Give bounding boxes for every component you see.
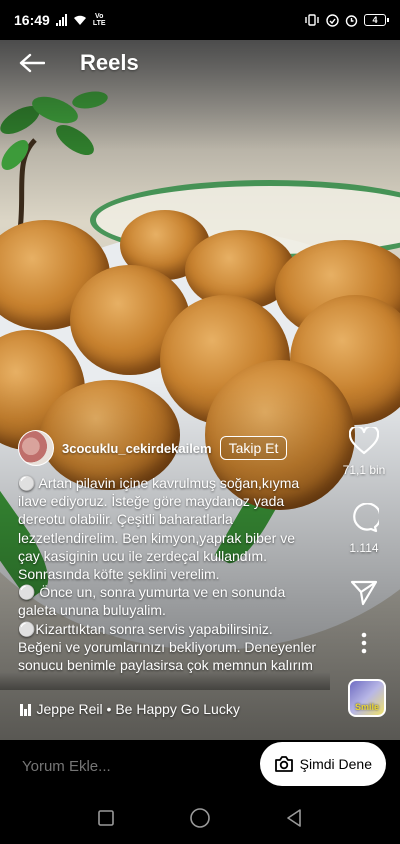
home-icon[interactable]	[189, 807, 211, 829]
back-arrow-icon	[19, 53, 45, 73]
follow-button[interactable]: Takip Et	[219, 436, 288, 460]
caption-fade	[0, 672, 330, 690]
comment-action[interactable]: 1.114	[338, 503, 390, 555]
caption[interactable]: ⚪ Artan pilavin içine kavrulmuş soğan,kı…	[18, 474, 318, 690]
reels-header: Reels	[0, 44, 400, 82]
author-row: 3cocuklu_cekirdekailem Takip Et	[18, 430, 288, 466]
like-count: 71,1 bin	[342, 463, 386, 477]
page-title: Reels	[80, 50, 139, 75]
share-action[interactable]	[338, 580, 390, 606]
volte-badge: Vo LTE	[93, 13, 106, 27]
caption-line: ⚪ Önce un, sonra yumurta ve en sonunda g…	[18, 584, 286, 619]
recents-icon[interactable]	[97, 809, 115, 827]
comment-count: 1.114	[349, 541, 379, 555]
vibrate-icon	[305, 14, 319, 26]
lte-label: LTE	[92, 20, 106, 27]
comment-icon	[353, 503, 379, 533]
thumbnail-label: Smile	[354, 702, 379, 712]
more-options-button[interactable]	[338, 632, 390, 654]
comment-bar: Şimdi Dene	[0, 740, 400, 792]
send-icon	[350, 580, 378, 606]
signal-icon	[55, 14, 67, 26]
data-saver-icon	[326, 13, 339, 27]
status-right: 4	[304, 13, 389, 27]
back-button[interactable]	[2, 44, 62, 82]
alarm-icon	[345, 14, 358, 27]
caption-line: ⚪Kizarttıktan sonra servis yapabilirsini…	[18, 620, 317, 674]
like-action[interactable]: 71,1 bin	[338, 427, 390, 477]
heart-icon	[349, 427, 379, 455]
audio-bars-icon	[20, 703, 31, 716]
comment-input[interactable]	[22, 757, 222, 775]
try-now-label: Şimdi Dene	[299, 756, 372, 772]
status-time: 16:49	[14, 12, 50, 28]
battery-icon: 4	[364, 14, 389, 26]
audio-thumbnail[interactable]: Smile	[348, 679, 386, 717]
music-row[interactable]: Jeppe Reil • Be Happy Go Lucky	[20, 701, 240, 717]
back-nav-icon[interactable]	[285, 808, 303, 828]
battery-level: 4	[372, 15, 378, 25]
avatar[interactable]	[18, 430, 54, 466]
status-bar: 16:49 Vo LTE 4	[0, 0, 400, 40]
volte-label: Vo	[94, 13, 104, 20]
try-now-button[interactable]: Şimdi Dene	[259, 742, 386, 786]
system-nav-bar	[0, 792, 400, 844]
wifi-icon	[73, 15, 86, 25]
music-label: Jeppe Reil • Be Happy Go Lucky	[36, 701, 240, 717]
username[interactable]: 3cocuklu_cekirdekailem	[62, 441, 212, 456]
caption-line: ⚪ Artan pilavin içine kavrulmuş soğan,kı…	[18, 475, 300, 583]
more-vertical-icon	[361, 632, 367, 654]
status-left: 16:49 Vo LTE	[14, 12, 106, 28]
camera-icon	[274, 756, 293, 772]
